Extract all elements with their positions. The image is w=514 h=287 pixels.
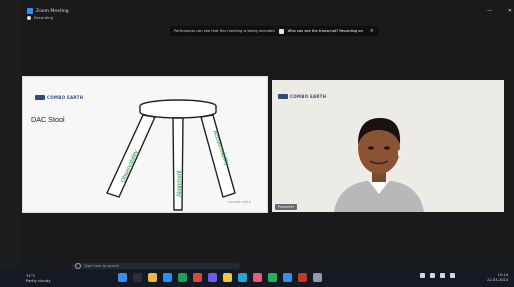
media-icon[interactable]: [253, 273, 262, 282]
close-window-button[interactable]: ✕: [508, 8, 512, 14]
word-icon[interactable]: [283, 273, 292, 282]
taskbar: Type here to search 31°C Partly cloudy 1…: [0, 263, 514, 287]
recording-status[interactable]: Recording: [27, 15, 53, 20]
search-icon: [75, 263, 81, 269]
taskbar-clock[interactable]: 10:14 22-03-2024: [487, 273, 508, 283]
graduation-cap-logo-icon: [278, 94, 288, 99]
camera-brand-name: COMBO EARTH: [290, 94, 327, 99]
shared-slide-tile[interactable]: COMBO EARTH DAC Stool Observability Alig…: [22, 76, 268, 213]
earbud-icon: [398, 150, 401, 156]
search-placeholder: Type here to search: [84, 264, 120, 268]
recording-label: Recording: [34, 15, 53, 20]
camera-tile[interactable]: COMBO EARTH Presenter: [272, 80, 504, 212]
teams-icon[interactable]: [208, 273, 217, 282]
taskbar-search[interactable]: Type here to search: [72, 263, 240, 269]
notification-close-button[interactable]: ×: [370, 28, 374, 34]
search-app-icon[interactable]: [133, 273, 142, 282]
right-eye: [384, 146, 390, 150]
volume-icon[interactable]: [440, 273, 445, 278]
file-explorer-icon[interactable]: [148, 273, 157, 282]
start-icon[interactable]: [118, 273, 127, 282]
notification-text: Participants can see that this meeting i…: [174, 29, 275, 33]
clock-date: 22-03-2024: [487, 278, 508, 282]
sheets-icon[interactable]: [268, 273, 277, 282]
participant-video: [334, 118, 424, 212]
app-title: Zoom Meeting: [27, 8, 69, 14]
stool-diagram: Observability Alignment Accountability: [106, 99, 236, 211]
system-tray: [420, 273, 455, 278]
settings-icon[interactable]: [313, 273, 322, 282]
left-eye: [368, 146, 374, 150]
mail-icon[interactable]: [238, 273, 247, 282]
minimize-button[interactable]: —: [487, 8, 492, 14]
weather-condition: Partly cloudy: [26, 278, 51, 283]
wifi-icon[interactable]: [430, 273, 435, 278]
info-icon: [278, 28, 284, 34]
record-icon: [27, 15, 31, 20]
meeting-window: Zoom Meeting Recording — ✕ Participants …: [22, 0, 514, 287]
title-bar: Zoom Meeting Recording — ✕: [22, 8, 514, 22]
chevron-up-icon[interactable]: [420, 273, 425, 278]
notification-action[interactable]: Who can see the transcript? Recording on: [288, 29, 363, 33]
camera-brand: COMBO EARTH: [278, 94, 326, 99]
participant-name-tag: Presenter: [275, 204, 298, 210]
window-title: Zoom Meeting: [36, 8, 69, 14]
edge-icon[interactable]: [178, 273, 187, 282]
recording-notification: Participants can see that this meeting i…: [170, 26, 378, 36]
battery-icon[interactable]: [450, 273, 455, 278]
taskbar-pinned-apps: [118, 273, 322, 282]
zoom-app-icon[interactable]: [163, 273, 172, 282]
zoom-logo-icon: [27, 8, 33, 14]
stool-leg-right: [200, 114, 236, 198]
leg-label-middle: Alignment: [177, 170, 183, 197]
powerpoint-icon[interactable]: [298, 273, 307, 282]
weather-widget[interactable]: 31°C Partly cloudy: [26, 273, 51, 283]
chrome-icon[interactable]: [193, 273, 202, 282]
notes-icon[interactable]: [223, 273, 232, 282]
slide-watermark: combo earth: [228, 200, 251, 204]
